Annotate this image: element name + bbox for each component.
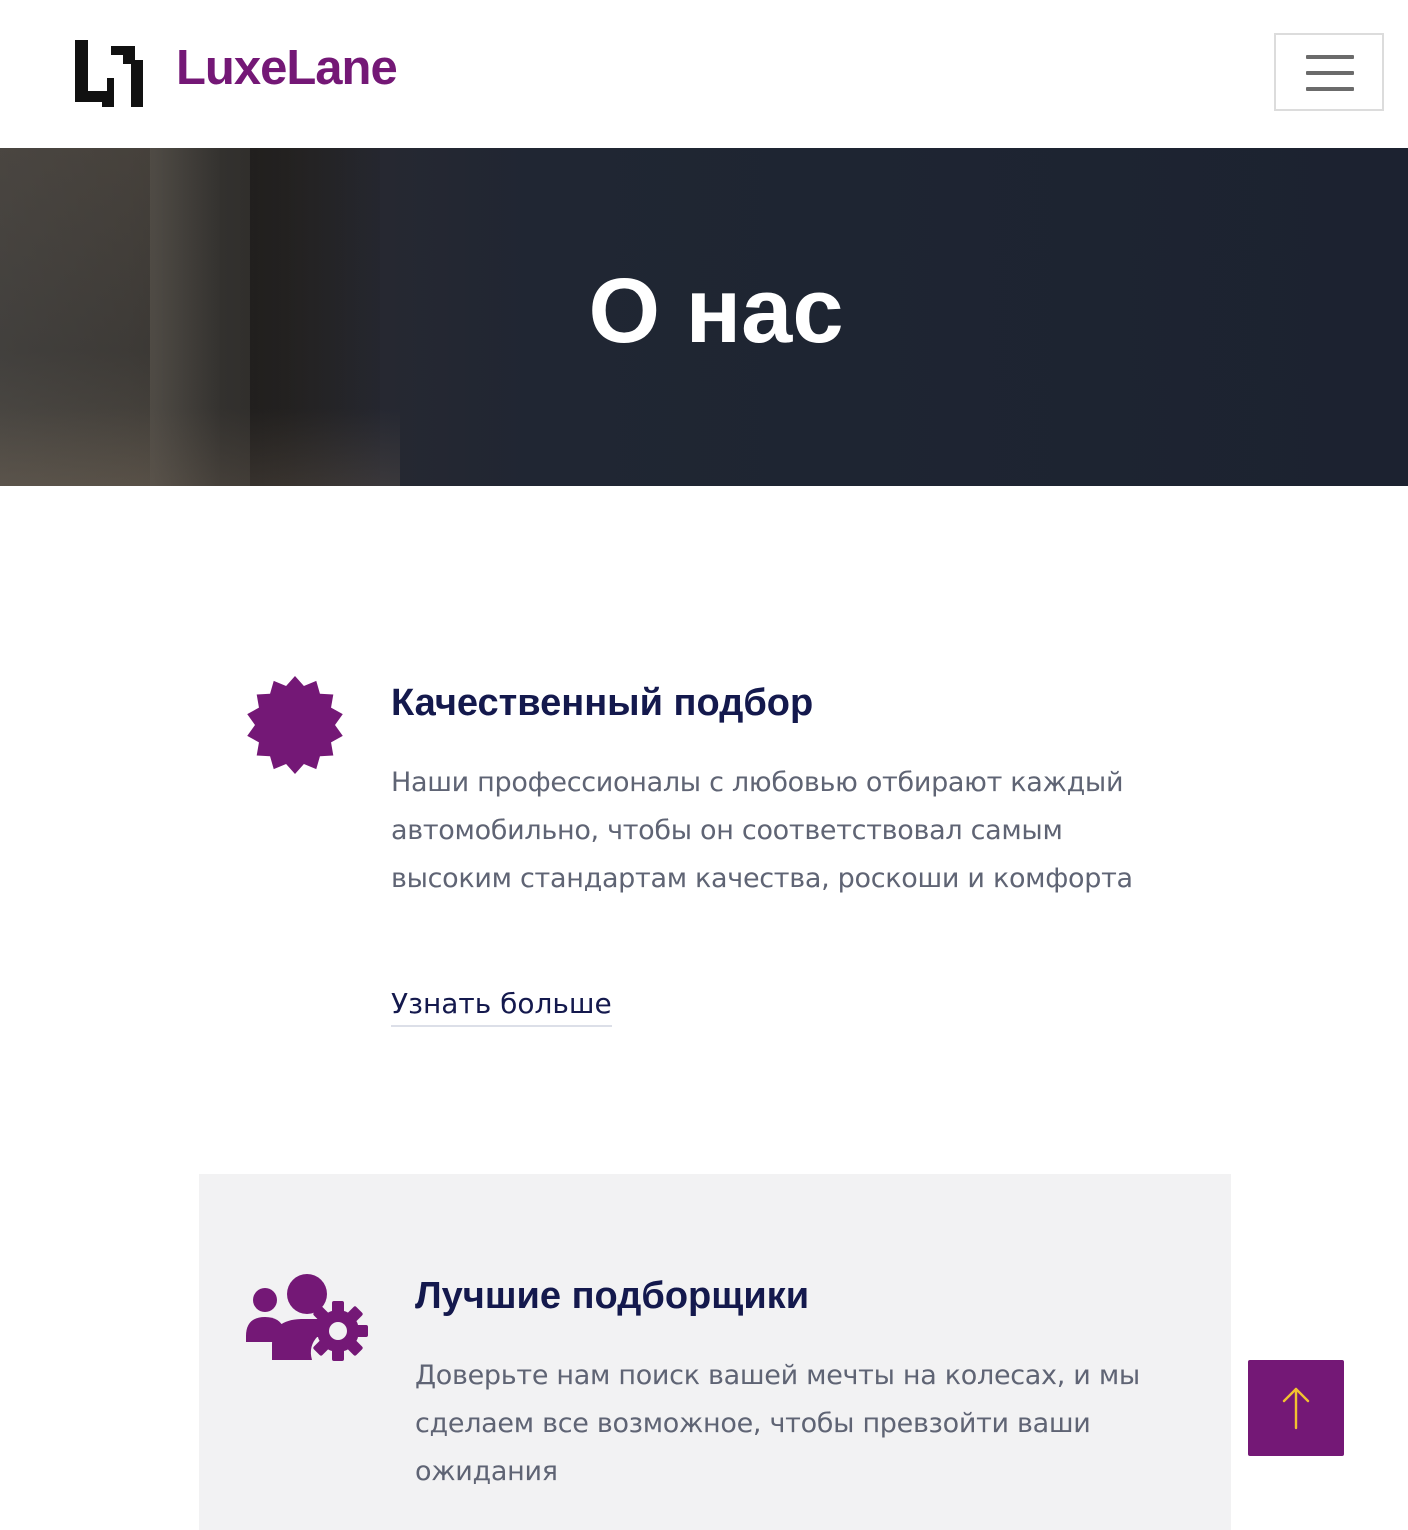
site-header: LuxeLane [0,0,1408,148]
feature-title: Лучшие подборщики [415,1275,810,1317]
logo-mark-icon [75,40,143,107]
scroll-to-top-button[interactable] [1248,1360,1344,1456]
hero-banner: О нас [0,148,1408,486]
hero-background-shade [0,408,400,486]
learn-more-link[interactable]: Узнать больше [391,983,612,1027]
menu-toggle-button[interactable] [1274,33,1384,111]
users-gear-icon [246,1274,368,1361]
feature-title: Качественный подбор [391,682,814,724]
arrow-up-icon [1282,1387,1310,1430]
feature-description: Наши профессионалы с любовью отбирают ка… [391,767,1133,894]
logo-link[interactable]: LuxeLane [75,38,398,108]
feature-best-selectors: Лучшие подборщики Доверьте нам поиск ваш… [199,1174,1231,1530]
brand-name: LuxeLane [176,41,398,95]
page-title: О нас [588,260,844,362]
feature-description: Доверьте нам поиск вашей мечты на колеса… [415,1360,1140,1487]
badge-star-icon [247,676,343,774]
